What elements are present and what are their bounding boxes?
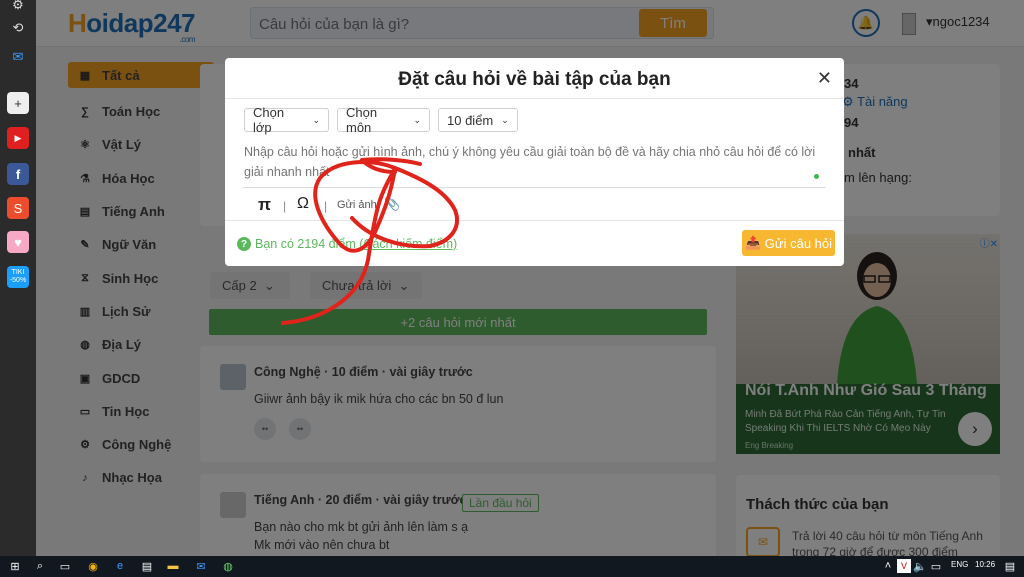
chrome-icon[interactable]: ◉: [86, 559, 100, 573]
points-info: Bạn có 2194 điểm (Cách kiếm điểm): [255, 237, 458, 251]
notification-icon[interactable]: ▤: [1003, 559, 1017, 573]
points-select[interactable]: 10 điểm ⌄: [438, 108, 518, 132]
windows-taskbar: ⊞ ⌕ ▭ ◉ e ▤ ▬ ✉ ◍ ˄ V 🔈 ▭ ENG 10:26 ▤: [0, 556, 1024, 577]
separator: |: [324, 199, 328, 213]
search-icon[interactable]: ⌕: [33, 559, 47, 573]
windows-start-icon[interactable]: ⊞: [8, 559, 22, 573]
symbol-button[interactable]: Ω: [297, 195, 309, 213]
add-icon[interactable]: +: [7, 92, 29, 114]
task-view-icon[interactable]: ▭: [58, 559, 72, 573]
modal-title: Đặt câu hỏi về bài tập của bạn: [398, 69, 671, 90]
chevron-up-icon[interactable]: ˄: [881, 559, 895, 573]
settings-icon[interactable]: ⚙: [7, 0, 29, 16]
clock[interactable]: 10:26: [975, 560, 995, 569]
send-image-label[interactable]: Gửi ảnh:: [337, 199, 380, 211]
divider: [243, 187, 826, 188]
history-icon[interactable]: ⟲: [7, 17, 29, 39]
heart-icon[interactable]: ♥: [7, 231, 29, 253]
submit-question-button[interactable]: 📤 Gửi câu hỏi: [742, 230, 835, 256]
divider: [225, 220, 844, 221]
divider: [225, 98, 844, 99]
question-input[interactable]: [244, 142, 826, 186]
edge-icon[interactable]: e: [113, 559, 127, 573]
chevron-down-icon: ⌄: [413, 114, 421, 125]
close-icon[interactable]: ✕: [817, 68, 832, 89]
youtube-icon[interactable]: ▶: [7, 127, 29, 149]
earn-points-link[interactable]: (Cách kiếm điểm): [359, 237, 457, 251]
grade-select[interactable]: Chọn lớp ⌄: [244, 105, 329, 135]
subject-select[interactable]: Chọn môn ⌄: [337, 105, 430, 135]
paperclip-icon[interactable]: 📎: [384, 196, 400, 212]
mail-icon[interactable]: ✉: [194, 559, 208, 573]
browser-sidebar: ⚙ ⟲ ✉ + ▶ f S ♥ TIKI -50%: [0, 0, 36, 556]
chevron-down-icon: ⌄: [312, 114, 320, 125]
status-dot: [814, 174, 819, 179]
shopee-icon[interactable]: S: [7, 197, 29, 219]
language-indicator[interactable]: ENG: [951, 560, 968, 569]
folder-icon[interactable]: ▬: [166, 559, 180, 573]
separator: |: [283, 199, 287, 213]
chevron-down-icon: ⌄: [501, 114, 509, 125]
facebook-icon[interactable]: f: [7, 163, 29, 185]
messenger-icon[interactable]: ✉: [7, 46, 29, 68]
battery-icon[interactable]: ▭: [929, 559, 943, 573]
volume-icon[interactable]: 🔈: [913, 559, 927, 573]
math-formula-button[interactable]: π: [258, 195, 271, 215]
vietkey-icon[interactable]: V: [897, 559, 911, 573]
question-icon: ?: [237, 237, 251, 251]
coc-coc-browser-icon[interactable]: ◍: [221, 559, 235, 573]
ask-question-modal: Đặt câu hỏi về bài tập của bạn ✕ Chọn lớ…: [225, 58, 844, 266]
store-icon[interactable]: ▤: [140, 559, 154, 573]
tiki-icon[interactable]: TIKI -50%: [7, 266, 29, 288]
